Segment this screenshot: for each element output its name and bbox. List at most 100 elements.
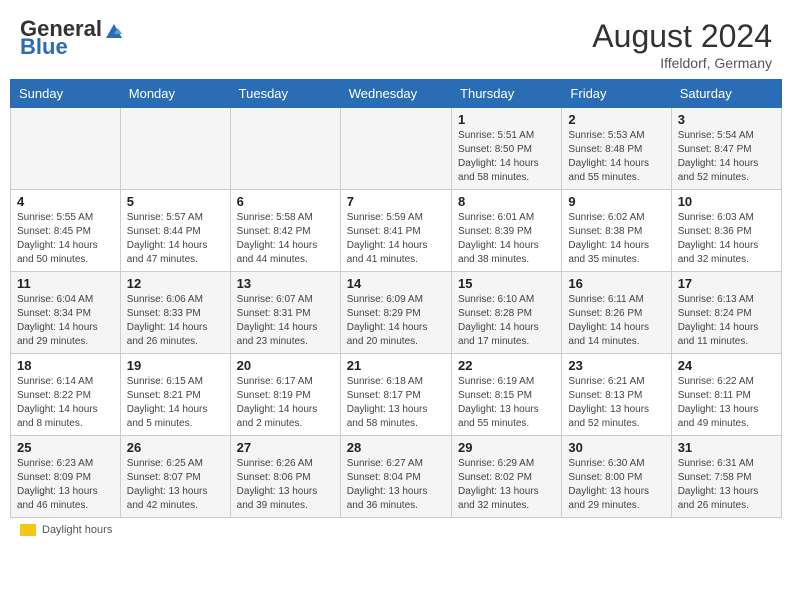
legend: Daylight hours: [10, 524, 782, 536]
week-row-3: 11 Sunrise: 6:04 AM Sunset: 8:34 PM Dayli…: [11, 272, 782, 354]
day-number: 5: [127, 194, 224, 209]
calendar-cell: 18 Sunrise: 6:14 AM Sunset: 8:22 PM Dayli…: [11, 354, 121, 436]
day-info: Sunrise: 6:23 AM Sunset: 8:09 PM Dayligh…: [17, 457, 114, 513]
day-number: 31: [678, 440, 775, 455]
day-info: Sunrise: 6:31 AM Sunset: 7:58 PM Dayligh…: [678, 457, 775, 513]
day-number: 17: [678, 276, 775, 291]
day-info: Sunrise: 5:53 AM Sunset: 8:48 PM Dayligh…: [568, 129, 664, 185]
calendar-cell: 29Sunrise: 6:29 AM Sunset: 8:02 PM Dayli…: [452, 436, 562, 518]
logo-blue-text: Blue: [20, 34, 68, 60]
week-row-2: 4 Sunrise: 5:55 AM Sunset: 8:45 PM Daylig…: [11, 190, 782, 272]
calendar-cell: 10 Sunrise: 6:03 AM Sunset: 8:36 PM Dayli…: [671, 190, 781, 272]
calendar-cell: 26 Sunrise: 6:25 AM Sunset: 8:07 PM Dayli…: [120, 436, 230, 518]
calendar-cell: 16 Sunrise: 6:11 AM Sunset: 8:26 PM Dayli…: [562, 272, 671, 354]
day-info: Sunrise: 6:07 AM Sunset: 8:31 PM Dayligh…: [237, 293, 334, 349]
calendar-cell: 12Sunrise: 6:06 AM Sunset: 8:33 PM Dayli…: [120, 272, 230, 354]
week-row-1: 1 Sunrise: 5:51 AM Sunset: 8:50 PM Daylig…: [11, 108, 782, 190]
day-info: Sunrise: 6:22 AM Sunset: 8:11 PM Dayligh…: [678, 375, 775, 431]
day-info: Sunrise: 5:51 AM Sunset: 8:50 PM Dayligh…: [458, 129, 555, 185]
day-info: Sunrise: 6:06 AM Sunset: 8:33 PM Dayligh…: [127, 293, 224, 349]
calendar-cell: 27 Sunrise: 6:26 AM Sunset: 8:06 PM Dayli…: [230, 436, 340, 518]
day-number: 3: [678, 112, 775, 127]
day-number: 26: [127, 440, 224, 455]
calendar-cell: 23 Sunrise: 6:21 AM Sunset: 8:13 PM Dayli…: [562, 354, 671, 436]
calendar-cell: 15 Sunrise: 6:10 AM Sunset: 8:28 PM Dayli…: [452, 272, 562, 354]
day-number: 8: [458, 194, 555, 209]
day-number: 23: [568, 358, 664, 373]
day-info: Sunrise: 6:13 AM Sunset: 8:24 PM Dayligh…: [678, 293, 775, 349]
day-info: Sunrise: 6:10 AM Sunset: 8:28 PM Dayligh…: [458, 293, 555, 349]
col-tuesday: Tuesday: [230, 80, 340, 108]
day-info: Sunrise: 6:02 AM Sunset: 8:38 PM Dayligh…: [568, 211, 664, 267]
day-number: 2: [568, 112, 664, 127]
day-info: Sunrise: 5:58 AM Sunset: 8:42 PM Dayligh…: [237, 211, 334, 267]
header: General Blue August 2024 Iffeldorf, Germ…: [10, 10, 782, 75]
week-row-5: 25Sunrise: 6:23 AM Sunset: 8:09 PM Dayli…: [11, 436, 782, 518]
day-info: Sunrise: 6:25 AM Sunset: 8:07 PM Dayligh…: [127, 457, 224, 513]
day-number: 14: [347, 276, 445, 291]
day-number: 18: [17, 358, 114, 373]
day-info: Sunrise: 6:21 AM Sunset: 8:13 PM Dayligh…: [568, 375, 664, 431]
day-number: 10: [678, 194, 775, 209]
day-info: Sunrise: 6:19 AM Sunset: 8:15 PM Dayligh…: [458, 375, 555, 431]
calendar-cell: 17 Sunrise: 6:13 AM Sunset: 8:24 PM Dayli…: [671, 272, 781, 354]
calendar-cell: [230, 108, 340, 190]
day-info: Sunrise: 6:04 AM Sunset: 8:34 PM Dayligh…: [17, 293, 114, 349]
day-number: 27: [237, 440, 334, 455]
day-number: 7: [347, 194, 445, 209]
calendar-cell: [340, 108, 451, 190]
calendar-cell: 6 Sunrise: 5:58 AM Sunset: 8:42 PM Daylig…: [230, 190, 340, 272]
calendar-cell: 8Sunrise: 6:01 AM Sunset: 8:39 PM Daylig…: [452, 190, 562, 272]
day-info: Sunrise: 5:59 AM Sunset: 8:41 PM Dayligh…: [347, 211, 445, 267]
day-number: 28: [347, 440, 445, 455]
title-area: August 2024 Iffeldorf, Germany: [592, 18, 772, 71]
col-thursday: Thursday: [452, 80, 562, 108]
calendar-cell: 13Sunrise: 6:07 AM Sunset: 8:31 PM Dayli…: [230, 272, 340, 354]
day-info: Sunrise: 6:14 AM Sunset: 8:22 PM Dayligh…: [17, 375, 114, 431]
day-number: 20: [237, 358, 334, 373]
calendar-cell: 9 Sunrise: 6:02 AM Sunset: 8:38 PM Daylig…: [562, 190, 671, 272]
day-number: 9: [568, 194, 664, 209]
calendar-cell: 14Sunrise: 6:09 AM Sunset: 8:29 PM Dayli…: [340, 272, 451, 354]
col-friday: Friday: [562, 80, 671, 108]
calendar-cell: [11, 108, 121, 190]
day-number: 24: [678, 358, 775, 373]
calendar-cell: 30Sunrise: 6:30 AM Sunset: 8:00 PM Dayli…: [562, 436, 671, 518]
day-number: 1: [458, 112, 555, 127]
day-number: 16: [568, 276, 664, 291]
day-info: Sunrise: 6:17 AM Sunset: 8:19 PM Dayligh…: [237, 375, 334, 431]
col-monday: Monday: [120, 80, 230, 108]
day-number: 19: [127, 358, 224, 373]
legend-label: Daylight hours: [42, 524, 112, 536]
calendar-cell: 19 Sunrise: 6:15 AM Sunset: 8:21 PM Dayli…: [120, 354, 230, 436]
calendar-cell: 21Sunrise: 6:18 AM Sunset: 8:17 PM Dayli…: [340, 354, 451, 436]
legend-bar: [20, 524, 36, 536]
calendar-cell: 20 Sunrise: 6:17 AM Sunset: 8:19 PM Dayli…: [230, 354, 340, 436]
day-number: 6: [237, 194, 334, 209]
logo-icon: [104, 20, 124, 40]
col-sunday: Sunday: [11, 80, 121, 108]
calendar-cell: 28Sunrise: 6:27 AM Sunset: 8:04 PM Dayli…: [340, 436, 451, 518]
week-row-4: 18 Sunrise: 6:14 AM Sunset: 8:22 PM Dayli…: [11, 354, 782, 436]
day-info: Sunrise: 5:55 AM Sunset: 8:45 PM Dayligh…: [17, 211, 114, 267]
day-info: Sunrise: 6:18 AM Sunset: 8:17 PM Dayligh…: [347, 375, 445, 431]
day-number: 15: [458, 276, 555, 291]
day-number: 4: [17, 194, 114, 209]
calendar-cell: 5Sunrise: 5:57 AM Sunset: 8:44 PM Daylig…: [120, 190, 230, 272]
month-year-title: August 2024: [592, 18, 772, 55]
day-number: 11: [17, 276, 114, 291]
day-info: Sunrise: 6:26 AM Sunset: 8:06 PM Dayligh…: [237, 457, 334, 513]
day-info: Sunrise: 6:29 AM Sunset: 8:02 PM Dayligh…: [458, 457, 555, 513]
day-info: Sunrise: 6:03 AM Sunset: 8:36 PM Dayligh…: [678, 211, 775, 267]
location-subtitle: Iffeldorf, Germany: [592, 55, 772, 71]
calendar-cell: 1 Sunrise: 5:51 AM Sunset: 8:50 PM Daylig…: [452, 108, 562, 190]
day-info: Sunrise: 6:11 AM Sunset: 8:26 PM Dayligh…: [568, 293, 664, 349]
day-number: 22: [458, 358, 555, 373]
day-info: Sunrise: 6:30 AM Sunset: 8:00 PM Dayligh…: [568, 457, 664, 513]
calendar-cell: 24 Sunrise: 6:22 AM Sunset: 8:11 PM Dayli…: [671, 354, 781, 436]
calendar-cell: 3Sunrise: 5:54 AM Sunset: 8:47 PM Daylig…: [671, 108, 781, 190]
calendar-cell: 7 Sunrise: 5:59 AM Sunset: 8:41 PM Daylig…: [340, 190, 451, 272]
calendar-cell: 22 Sunrise: 6:19 AM Sunset: 8:15 PM Dayli…: [452, 354, 562, 436]
col-saturday: Saturday: [671, 80, 781, 108]
day-info: Sunrise: 6:15 AM Sunset: 8:21 PM Dayligh…: [127, 375, 224, 431]
